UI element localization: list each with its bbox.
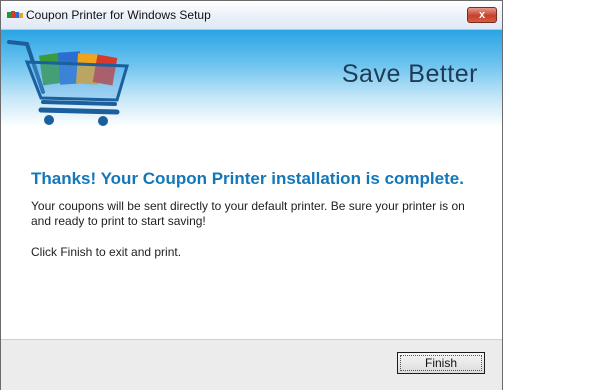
finish-button[interactable]: Finish <box>397 352 485 374</box>
button-bar: Finish <box>1 339 502 390</box>
completion-headline: Thanks! Your Coupon Printer installation… <box>31 169 464 188</box>
window-title: Coupon Printer for Windows Setup <box>26 8 211 22</box>
banner-tagline: Save Better <box>341 60 478 88</box>
title-bar[interactable]: Coupon Printer for Windows Setup x <box>1 1 502 30</box>
header-banner: Save Better <box>1 30 502 127</box>
app-icon <box>7 11 23 18</box>
instruction-paragraph: Click Finish to exit and print. <box>31 245 182 259</box>
info-paragraph: Your coupons will be sent directly to yo… <box>31 199 465 228</box>
setup-window: Coupon Printer for Windows Setup x Save … <box>0 0 503 390</box>
shopping-cart-icon <box>7 40 129 126</box>
close-button[interactable]: x <box>467 7 497 23</box>
main-content: Thanks! Your Coupon Printer installation… <box>31 169 471 260</box>
close-icon: x <box>478 9 486 21</box>
